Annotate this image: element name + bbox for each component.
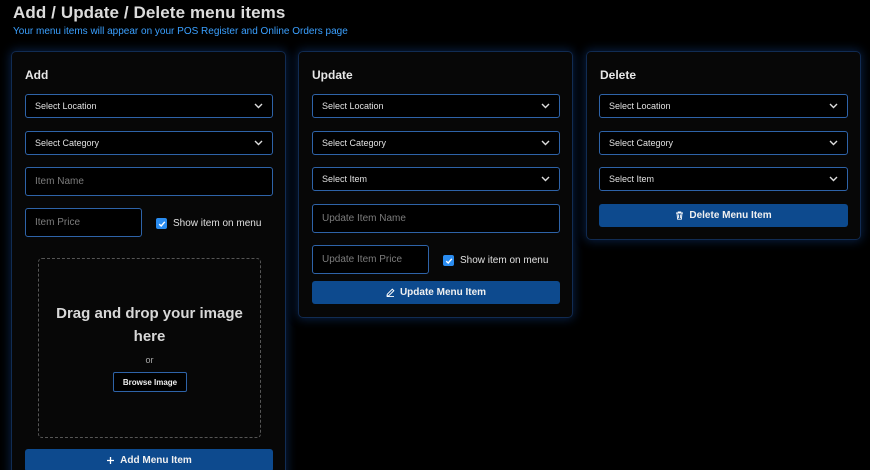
update-card-title: Update [312, 68, 353, 82]
add-location-select-label: Select Location [35, 101, 97, 111]
update-card: Update Select Location Select Category S… [299, 52, 572, 317]
update-location-select-label: Select Location [322, 101, 384, 111]
chevron-down-icon [540, 138, 550, 148]
update-show-on-menu-label: Show item on menu [460, 255, 549, 266]
chevron-down-icon [540, 101, 550, 111]
delete-category-select[interactable]: Select Category [599, 131, 848, 155]
delete-card-title: Delete [600, 68, 637, 82]
dropzone-or: or [145, 355, 154, 365]
delete-menu-item-label: Delete Menu Item [689, 210, 772, 221]
chevron-down-icon [253, 138, 263, 148]
update-item-price-placeholder: Update Item Price [322, 254, 403, 265]
add-item-price-input[interactable]: Item Price [25, 208, 142, 237]
chevron-down-icon [828, 174, 838, 184]
update-item-select-label: Select Item [322, 174, 368, 184]
chevron-down-icon [253, 101, 263, 111]
add-menu-item-label: Add Menu Item [120, 455, 192, 466]
pencil-icon [386, 288, 395, 297]
checkbox-checked-icon[interactable] [156, 218, 167, 229]
update-item-name-input[interactable]: Update Item Name [312, 204, 560, 233]
delete-item-select-label: Select Item [609, 174, 655, 184]
update-item-name-placeholder: Update Item Name [322, 213, 406, 224]
add-show-on-menu-label: Show item on menu [173, 218, 262, 229]
page-subtitle: Your menu items will appear on your POS … [13, 26, 348, 37]
update-category-select-label: Select Category [322, 138, 387, 148]
add-show-on-menu[interactable]: Show item on menu [156, 218, 261, 229]
image-dropzone[interactable]: Drag and drop your image here or Browse … [38, 258, 261, 438]
add-card: Add Select Location Select Category Item… [12, 52, 285, 470]
chevron-down-icon [540, 174, 550, 184]
add-menu-item-button[interactable]: Add Menu Item [25, 449, 273, 470]
add-category-select-label: Select Category [35, 138, 100, 148]
trash-icon [676, 211, 684, 220]
add-item-name-input[interactable]: Item Name [25, 167, 273, 196]
delete-category-select-label: Select Category [609, 138, 674, 148]
update-item-price-input[interactable]: Update Item Price [312, 245, 429, 274]
update-location-select[interactable]: Select Location [312, 94, 560, 118]
update-menu-item-button[interactable]: Update Menu Item [312, 281, 560, 304]
delete-location-select[interactable]: Select Location [599, 94, 848, 118]
delete-card: Delete Select Location Select Category S… [587, 52, 860, 239]
add-item-name-placeholder: Item Name [35, 176, 84, 187]
add-category-select[interactable]: Select Category [25, 131, 273, 155]
delete-location-select-label: Select Location [609, 101, 671, 111]
chevron-down-icon [828, 101, 838, 111]
plus-icon [107, 457, 115, 464]
update-category-select[interactable]: Select Category [312, 131, 560, 155]
delete-item-select[interactable]: Select Item [599, 167, 848, 191]
update-item-select[interactable]: Select Item [312, 167, 560, 191]
chevron-down-icon [828, 138, 838, 148]
dropzone-text: Drag and drop your image here [56, 305, 243, 345]
browse-image-button[interactable]: Browse Image [113, 372, 187, 392]
page-title: Add / Update / Delete menu items [13, 3, 286, 22]
checkbox-checked-icon[interactable] [443, 255, 454, 266]
update-menu-item-label: Update Menu Item [399, 287, 487, 298]
add-location-select[interactable]: Select Location [25, 94, 273, 118]
add-card-title: Add [25, 68, 49, 82]
update-show-on-menu[interactable]: Show item on menu [443, 255, 548, 266]
add-item-price-placeholder: Item Price [35, 217, 81, 228]
delete-menu-item-button[interactable]: Delete Menu Item [599, 204, 848, 227]
